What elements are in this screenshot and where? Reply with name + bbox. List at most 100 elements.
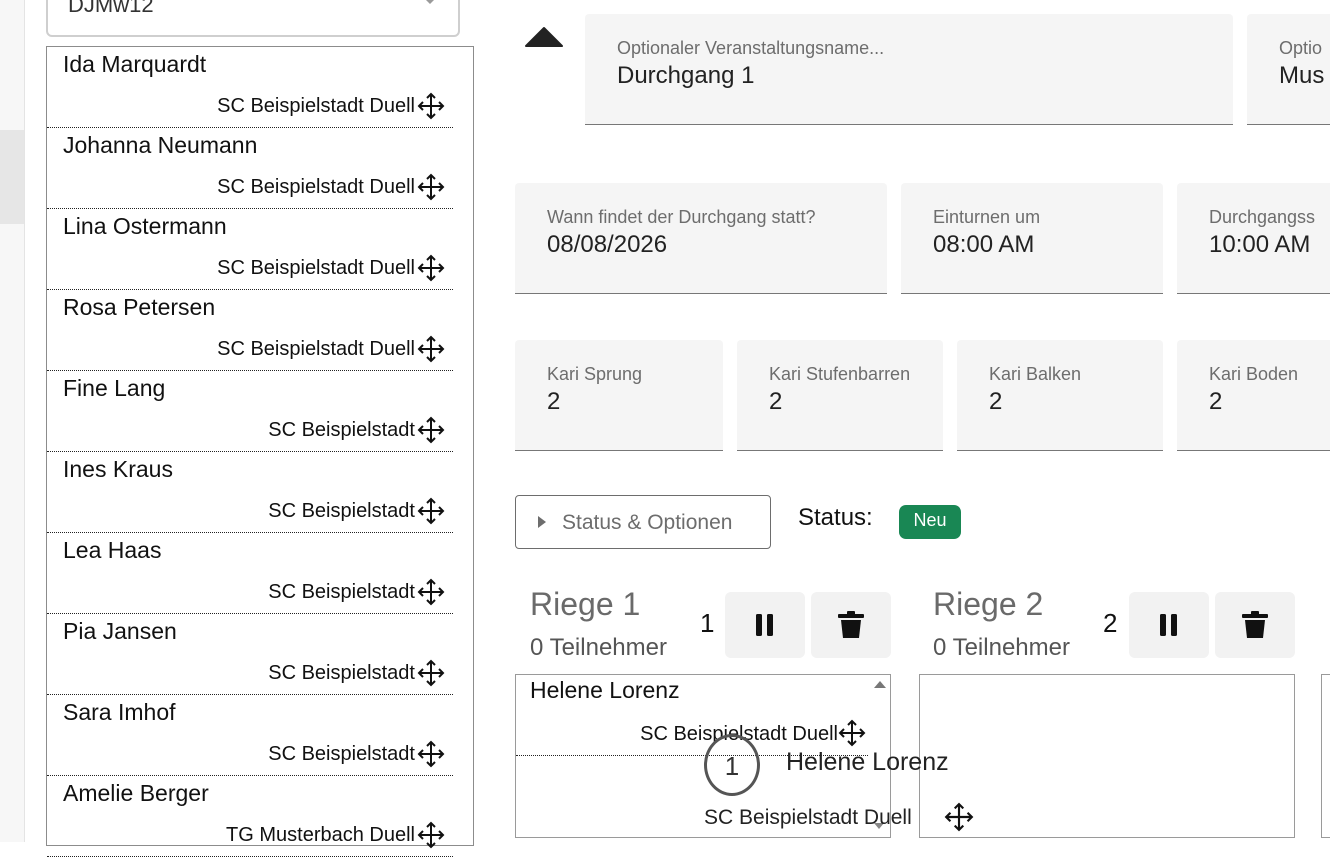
athlete-club: SC Beispielstadt [268,743,415,765]
event-location-field[interactable]: Optio Mus [1247,14,1330,125]
pause-button[interactable] [725,592,805,658]
warmup-time-label: Einturnen um [933,207,1041,227]
pause-icon [756,614,773,636]
kari-boden-label: Kari Boden [1209,364,1299,384]
drag-ghost-order-badge: 1 [704,734,760,796]
start-time-field[interactable]: Durchgangss 10:00 AM [1177,183,1330,294]
athlete-name: Ida Marquardt [63,51,207,77]
delete-riege-button[interactable] [811,592,891,658]
event-name-field[interactable]: Optionaler Veranstaltungsname... Durchga… [585,14,1233,125]
athlete-list: Ida Marquardt SC Beispielstadt Duell Joh… [46,46,474,857]
athlete-club: SC Beispielstadt Duell [217,176,415,198]
move-arrows-icon [944,802,974,832]
athlete-club: SC Beispielstadt [268,500,415,522]
athlete-name: Johanna Neumann [63,132,258,158]
scroll-up-arrow-icon[interactable] [874,681,886,688]
move-arrows-icon[interactable] [417,254,445,282]
riege-number: 1 [700,608,715,638]
move-arrows-icon[interactable] [417,578,445,606]
trash-icon [1242,611,1268,638]
kari-boden-value: 2 [1209,388,1223,415]
move-arrows-icon[interactable] [417,92,445,120]
move-arrows-icon[interactable] [417,821,445,849]
move-arrows-icon[interactable] [838,719,866,747]
left-nav-strip [0,0,25,842]
pause-button[interactable] [1129,592,1209,658]
kari-sprung-field[interactable]: Kari Sprung 2 [515,340,723,451]
delete-riege-button[interactable] [1215,592,1295,658]
riege-dropzone[interactable] [919,674,1295,838]
kari-balken-label: Kari Balken [989,364,1082,384]
group-select-value: DJMw12 [68,0,154,17]
move-arrows-icon[interactable] [417,335,445,363]
move-arrows-icon[interactable] [417,659,445,687]
riege-participant-count: 0 Teilnehmer [530,634,667,661]
status-badge: Neu [899,505,961,539]
athlete-name: Amelie Berger [63,780,209,806]
drag-ghost-name: Helene Lorenz [786,748,949,776]
athlete-club: SC Beispielstadt Duell [217,257,415,279]
athlete-club: SC Beispielstadt [268,419,415,441]
athlete-list-item[interactable]: Ines Kraus SC Beispielstadt [47,452,453,533]
riege-participant-count: 0 Teilnehmer [933,634,1070,661]
athlete-name: Sara Imhof [63,699,176,725]
warmup-time-field[interactable]: Einturnen um 08:00 AM [901,183,1163,294]
kari-boden-field[interactable]: Kari Boden 2 [1177,340,1330,451]
move-arrows-icon[interactable] [417,497,445,525]
athlete-list-item[interactable]: Pia Jansen SC Beispielstadt [47,614,453,695]
athlete-list-item[interactable]: Amelie Berger TG Musterbach Duell [47,776,453,857]
kari-stufenbarren-label: Kari Stufenbarren [769,364,911,384]
athlete-name: Ines Kraus [63,456,173,482]
athlete-name: Helene Lorenz [530,677,680,703]
move-arrows-icon[interactable] [417,740,445,768]
athlete-name: Rosa Petersen [63,294,216,320]
drag-ghost-club: SC Beispielstadt Duell [704,806,912,829]
athlete-club: SC Beispielstadt Duell [217,95,415,117]
chevron-up-icon[interactable] [524,22,564,52]
kari-sprung-label: Kari Sprung [547,364,643,384]
move-arrows-icon[interactable] [417,173,445,201]
caret-right-icon [538,516,546,528]
date-value: 08/08/2026 [547,231,668,258]
athlete-list-item[interactable]: Lina Ostermann SC Beispielstadt Duell [47,209,453,290]
left-nav-selected-item[interactable] [0,130,24,224]
athlete-name: Lea Haas [63,537,162,563]
athlete-club: SC Beispielstadt [268,662,415,684]
date-label: Wann findet der Durchgang statt? [547,207,816,227]
start-time-label: Durchgangss [1209,207,1316,227]
event-name-label: Optionaler Veranstaltungsname... [617,38,885,58]
athlete-club: TG Musterbach Duell [226,824,415,846]
date-field[interactable]: Wann findet der Durchgang statt? 08/08/2… [515,183,887,294]
athlete-name: Fine Lang [63,375,166,401]
kari-balken-field[interactable]: Kari Balken 2 [957,340,1163,451]
athlete-list-item[interactable]: Sara Imhof SC Beispielstadt [47,695,453,776]
event-location-label: Optio [1279,38,1323,58]
athlete-club: SC Beispielstadt [268,581,415,603]
riege-athlete-item[interactable]: Helene Lorenz SC Beispielstadt Duell [516,675,868,756]
status-options-label: Status & Optionen [562,511,733,534]
start-time-value: 10:00 AM [1209,231,1311,258]
riege-title: Riege 2 [933,586,1044,622]
group-select[interactable]: DJMw12 [46,0,460,37]
kari-stufenbarren-value: 2 [769,388,783,415]
athlete-name: Pia Jansen [63,618,177,644]
athlete-list-item[interactable]: Fine Lang SC Beispielstadt [47,371,453,452]
move-arrows-icon[interactable] [417,416,445,444]
athlete-list-item[interactable]: Johanna Neumann SC Beispielstadt Duell [47,128,453,209]
warmup-time-value: 08:00 AM [933,231,1035,258]
athlete-list-item[interactable]: Lea Haas SC Beispielstadt [47,533,453,614]
athlete-name: Lina Ostermann [63,213,227,239]
kari-balken-value: 2 [989,388,1003,415]
athlete-list-item[interactable]: Ida Marquardt SC Beispielstadt Duell [47,47,453,128]
event-location-value: Mus [1279,62,1325,89]
status-options-toggle[interactable]: Status & Optionen [515,495,771,549]
riege-dropzone[interactable] [1321,674,1330,838]
athlete-list-item[interactable]: Rosa Petersen SC Beispielstadt Duell [47,290,453,371]
chevron-down-icon [424,0,436,4]
pause-icon [1160,614,1177,636]
riege-title: Riege 1 [530,586,641,622]
kari-stufenbarren-field[interactable]: Kari Stufenbarren 2 [737,340,943,451]
status-label: Status: [798,504,873,531]
kari-sprung-value: 2 [547,388,561,415]
athlete-club: SC Beispielstadt Duell [217,338,415,360]
